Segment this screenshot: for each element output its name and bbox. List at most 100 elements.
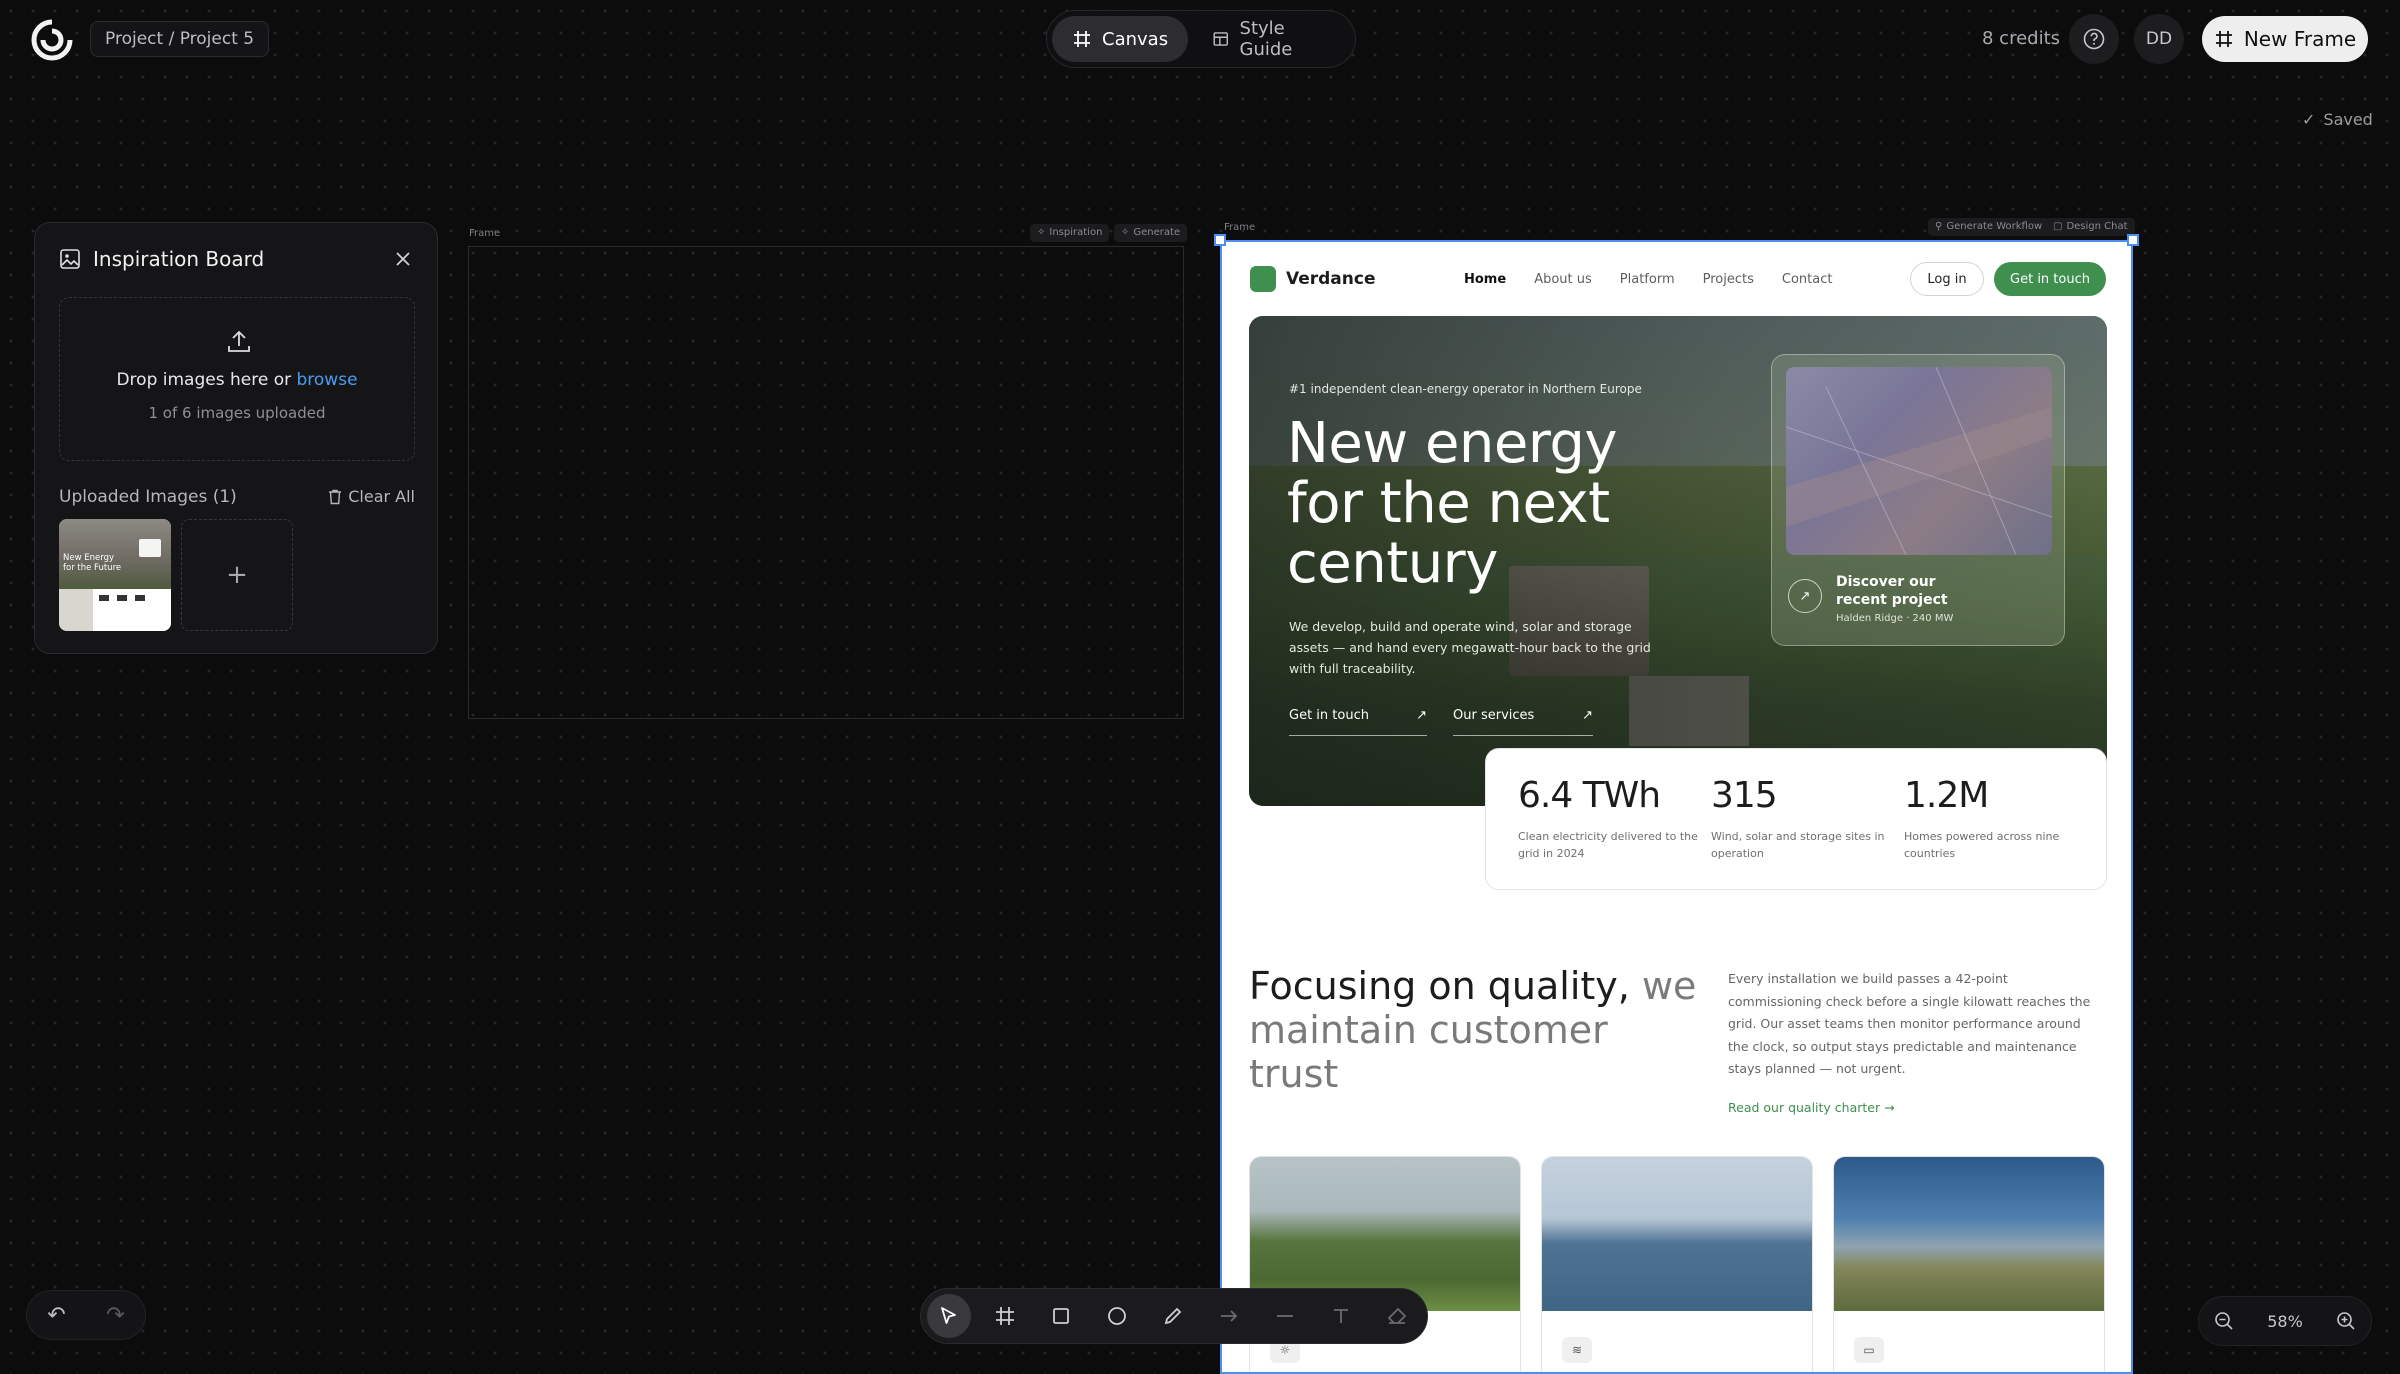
inspiration-chip[interactable]: ✧ Inspiration: [1030, 224, 1110, 242]
select-tool[interactable]: [927, 1294, 971, 1338]
resize-handle[interactable]: [1214, 234, 1226, 246]
rectangle-tool[interactable]: [1039, 1294, 1083, 1338]
zoom-in-icon[interactable]: [2335, 1310, 2357, 1332]
eraser-icon: [1387, 1307, 1407, 1324]
nav-home[interactable]: Home: [1464, 272, 1506, 287]
uploaded-image-thumbnail[interactable]: New Energy for the Future: [59, 519, 171, 631]
hero-link-label: Get in touch: [1289, 708, 1369, 723]
zoom-out-icon[interactable]: [2213, 1310, 2235, 1332]
zoom-level: 58%: [2267, 1311, 2303, 1331]
tab-style-guide[interactable]: Style Guide: [1192, 16, 1350, 62]
hero-link-get-in-touch[interactable]: Get in touch ↗: [1289, 708, 1427, 736]
design-chat-chip[interactable]: ▢ Design Chat: [2046, 218, 2135, 236]
chat-icon: ▢: [2053, 221, 2063, 232]
ellipse-tool[interactable]: [1095, 1294, 1139, 1338]
line-tool[interactable]: [1263, 1294, 1307, 1338]
add-image-button[interactable]: +: [181, 519, 293, 631]
site-nav: Home About us Platform Projects Contact: [1464, 272, 1832, 287]
stat-item: 1.2M Homes powered across nine countries: [1904, 775, 2084, 862]
undo-icon[interactable]: ↶: [47, 1303, 65, 1328]
upload-icon: [228, 330, 250, 352]
stat-label: Homes powered across nine countries: [1904, 830, 2060, 860]
saved-label: Saved: [2323, 110, 2373, 129]
service-card[interactable]: ≋: [1541, 1156, 1813, 1372]
resize-handle[interactable]: [2127, 234, 2139, 246]
project-aerial-image: [1786, 367, 2052, 555]
breadcrumb[interactable]: Project / Project 5: [90, 21, 270, 57]
new-frame-button[interactable]: New Frame: [2202, 16, 2368, 62]
nav-contact[interactable]: Contact: [1782, 272, 1833, 287]
generate-workflow-label: Generate Workflow: [1946, 221, 2043, 232]
panel-header: Inspiration Board: [59, 247, 264, 271]
project-card[interactable]: ↗ Discover our recent project Halden Rid…: [1771, 354, 2065, 646]
card-image: [1834, 1157, 2104, 1311]
generate-workflow-chip[interactable]: ⚲ Generate Workflow: [1928, 218, 2050, 236]
frame-icon: [2215, 31, 2232, 47]
nav-platform[interactable]: Platform: [1620, 272, 1675, 287]
circle-icon: [1108, 1307, 1126, 1325]
check-icon: ✓: [2302, 110, 2316, 129]
stats-card: 6.4 TWh Clean electricity delivered to t…: [1485, 748, 2107, 890]
hero-title: New energy for the next century: [1287, 411, 1618, 596]
clear-all-button[interactable]: Clear All: [328, 487, 415, 506]
uploaded-images-label: Uploaded Images (1): [59, 487, 237, 507]
stat-label: Wind, solar and storage sites in operati…: [1711, 830, 1885, 860]
pen-tool[interactable]: [1151, 1294, 1195, 1338]
text-icon: [1334, 1309, 1348, 1323]
website-frame[interactable]: Verdance Home About us Platform Projects…: [1220, 240, 2133, 1374]
nav-projects[interactable]: Projects: [1703, 272, 1754, 287]
view-switcher: Canvas Style Guide: [1046, 10, 1356, 68]
generate-chip-label: Generate: [1133, 227, 1181, 238]
image-dropzone[interactable]: Drop images here or browse 1 of 6 images…: [59, 297, 415, 461]
app-logo[interactable]: [30, 18, 74, 62]
new-frame-label: New Frame: [2243, 27, 2357, 51]
zoom-controls: 58%: [2198, 1296, 2372, 1346]
help-icon: [2083, 28, 2105, 50]
get-in-touch-button[interactable]: Get in touch: [1994, 262, 2106, 296]
close-button[interactable]: [391, 247, 415, 271]
generate-chip[interactable]: ✧ Generate: [1114, 224, 1188, 242]
stat-item: 6.4 TWh Clean electricity delivered to t…: [1518, 775, 1698, 862]
arrow-right-icon: [1221, 1310, 1238, 1322]
inspiration-chip-label: Inspiration: [1049, 227, 1103, 238]
arrow-up-right-icon: ↗: [1416, 708, 1427, 723]
hero-link-label: Our services: [1453, 708, 1535, 723]
nav-about[interactable]: About us: [1534, 272, 1592, 287]
inspiration-board-panel: Inspiration Board Drop images here or br…: [34, 222, 438, 654]
frame-tool[interactable]: [983, 1294, 1027, 1338]
history-controls: ↶ ↷: [26, 1290, 146, 1340]
tab-canvas[interactable]: Canvas: [1052, 16, 1189, 62]
text-tool[interactable]: [1319, 1294, 1363, 1338]
service-card[interactable]: ▭: [1833, 1156, 2105, 1372]
login-button[interactable]: Log in: [1910, 262, 1984, 296]
sparkle-icon: ✧: [1121, 227, 1130, 238]
help-button[interactable]: [2069, 14, 2119, 64]
dropzone-text: Drop images here or browse: [60, 370, 414, 390]
stat-value: 1.2M: [1904, 775, 1989, 816]
tab-canvas-label: Canvas: [1102, 28, 1169, 50]
empty-frame[interactable]: [468, 246, 1184, 719]
quality-heading-strong: Focusing on quality,: [1249, 964, 1630, 1008]
line-icon: [1277, 1315, 1293, 1317]
frame-icon: [1074, 31, 1090, 47]
quality-charter-link[interactable]: Read our quality charter →: [1728, 1100, 1895, 1115]
panel-title: Inspiration Board: [93, 247, 265, 271]
project-title: Discover our recent project: [1836, 574, 1948, 608]
tab-style-guide-label: Style Guide: [1239, 18, 1293, 60]
hero-description: We develop, build and operate wind, sola…: [1289, 619, 1651, 676]
eraser-tool[interactable]: [1375, 1294, 1419, 1338]
credits-count: 8 credits: [1982, 28, 2061, 49]
frame-icon: [996, 1307, 1014, 1325]
arrow-tool[interactable]: [1207, 1294, 1251, 1338]
trash-icon: [329, 489, 342, 504]
redo-icon[interactable]: ↷: [106, 1303, 124, 1328]
browse-link[interactable]: browse: [297, 370, 358, 390]
hero-link-our-services[interactable]: Our services ↗: [1453, 708, 1593, 736]
avatar[interactable]: DD: [2134, 14, 2184, 64]
stat-value: 6.4 TWh: [1518, 775, 1661, 816]
hero-section: #1 independent clean-energy operator in …: [1249, 316, 2107, 806]
sparkle-icon: ✧: [1037, 227, 1046, 238]
wind-icon: ≋: [1562, 1337, 1592, 1363]
card-image: [1542, 1157, 1812, 1311]
site-brand[interactable]: Verdance: [1250, 266, 1376, 292]
